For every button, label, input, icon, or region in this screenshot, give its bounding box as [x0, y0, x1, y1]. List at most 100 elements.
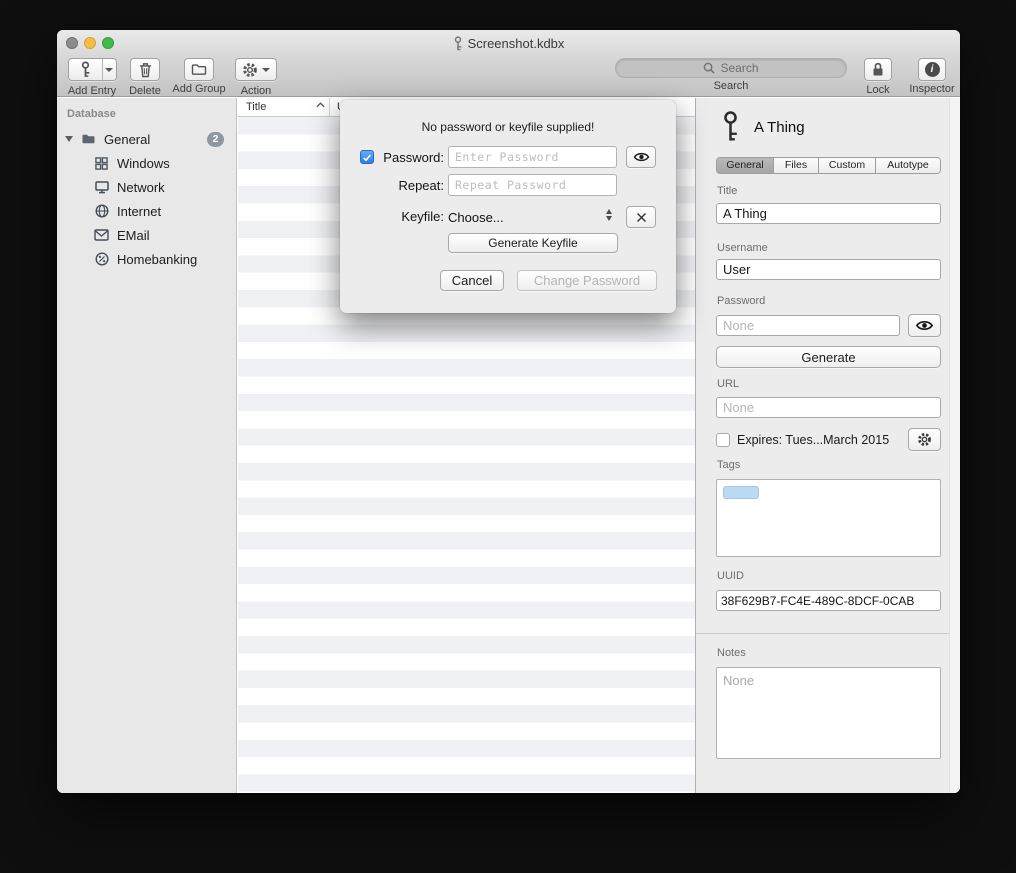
- column-header-title[interactable]: Title: [238, 98, 330, 116]
- sidebar-item-windows[interactable]: Windows: [57, 151, 236, 175]
- tab-general[interactable]: General: [717, 158, 774, 173]
- globe-icon: [93, 203, 110, 219]
- repeat-password-input[interactable]: [448, 174, 617, 196]
- title-field[interactable]: [716, 203, 941, 224]
- add-entry-label: Add Entry: [63, 85, 121, 97]
- check-icon: [362, 153, 372, 162]
- eye-icon: [915, 319, 934, 332]
- inspector-button[interactable]: Inspector: [903, 58, 960, 95]
- inspector-panel: A Thing General Files Custom Autotype Ti…: [695, 98, 960, 793]
- tab-autotype[interactable]: Autotype: [876, 158, 940, 173]
- search-area: Search Search: [613, 58, 849, 92]
- tags-label: Tags: [717, 459, 740, 471]
- password-input[interactable]: [448, 146, 617, 168]
- minimize-button[interactable]: [84, 37, 96, 49]
- sidebar: Database General 2 Windows: [57, 98, 237, 793]
- lock-icon: [864, 58, 892, 81]
- clear-keyfile-button[interactable]: [626, 206, 656, 228]
- notes-box[interactable]: None: [716, 667, 941, 759]
- entry-count-badge: 2: [207, 132, 224, 147]
- add-entry-key-icon: [69, 59, 102, 80]
- tag-chip[interactable]: [723, 486, 759, 499]
- inspector-scrollbar[interactable]: [949, 98, 960, 793]
- sidebar-section-header: Database: [67, 108, 116, 120]
- add-entry-dropdown[interactable]: [102, 59, 116, 80]
- password-field[interactable]: [716, 315, 900, 336]
- disclosure-triangle-icon[interactable]: [65, 136, 73, 142]
- app-window: Screenshot.kdbx Add Entry: [57, 30, 960, 793]
- keyfile-popup-value: Choose...: [448, 210, 504, 225]
- search-label: Search: [613, 80, 849, 92]
- sidebar-item-homebanking[interactable]: Homebanking: [57, 247, 236, 271]
- info-icon: [925, 62, 940, 77]
- password-checkbox[interactable]: [360, 150, 374, 164]
- show-password-button[interactable]: [626, 146, 656, 168]
- add-group-button[interactable]: Add Group: [167, 58, 231, 95]
- gear-icon: [917, 432, 932, 447]
- trash-icon: [130, 58, 160, 81]
- sidebar-item-label: Windows: [117, 156, 170, 171]
- entry-title: A Thing: [754, 119, 805, 136]
- uuid-label: UUID: [717, 570, 744, 582]
- sidebar-item-label: Network: [117, 180, 165, 195]
- sidebar-item-network[interactable]: Network: [57, 175, 236, 199]
- close-button[interactable]: [66, 37, 78, 49]
- percent-coin-icon: [93, 251, 110, 267]
- generate-password-button[interactable]: Generate: [716, 346, 941, 368]
- delete-label: Delete: [125, 85, 165, 97]
- cancel-button[interactable]: Cancel: [440, 270, 504, 291]
- add-group-folder-icon: [184, 58, 214, 81]
- desktop: { "window": { "title": "Screenshot.kdbx"…: [0, 0, 1016, 873]
- network-monitor-icon: [93, 179, 110, 195]
- url-field-label: URL: [717, 378, 739, 390]
- add-entry-button[interactable]: Add Entry: [63, 58, 121, 97]
- gear-icon: [242, 62, 258, 78]
- lock-button[interactable]: Lock: [857, 58, 899, 96]
- delete-button[interactable]: Delete: [125, 58, 165, 97]
- url-field[interactable]: [716, 397, 941, 418]
- keyfile-label: Keyfile:: [378, 209, 444, 224]
- window-title: Screenshot.kdbx: [468, 36, 565, 51]
- title-field-label: Title: [717, 185, 737, 197]
- tab-files[interactable]: Files: [774, 158, 819, 173]
- action-button[interactable]: Action: [233, 58, 279, 97]
- zoom-button[interactable]: [102, 37, 114, 49]
- sheet-message: No password or keyfile supplied!: [340, 120, 676, 134]
- keyfile-popup[interactable]: Choose...: [448, 206, 618, 228]
- lock-label: Lock: [857, 84, 899, 96]
- username-field-label: Username: [717, 242, 768, 254]
- password-label: Password:: [378, 150, 444, 165]
- sidebar-item-label: EMail: [117, 228, 150, 243]
- x-icon: [636, 212, 647, 223]
- sidebar-item-internet[interactable]: Internet: [57, 199, 236, 223]
- search-placeholder: Search: [720, 61, 758, 75]
- tab-custom[interactable]: Custom: [819, 158, 876, 173]
- uuid-field[interactable]: [716, 590, 941, 611]
- chevron-down-icon: [262, 68, 270, 72]
- sidebar-item-label: Internet: [117, 204, 161, 219]
- search-input[interactable]: Search: [615, 58, 847, 78]
- expires-checkbox[interactable]: [716, 433, 730, 447]
- tags-box[interactable]: [716, 479, 941, 557]
- search-icon: [703, 62, 715, 74]
- expires-label: Expires: Tues...March 2015: [737, 433, 889, 447]
- generate-keyfile-button[interactable]: Generate Keyfile: [448, 233, 618, 253]
- reveal-password-button[interactable]: [908, 314, 941, 337]
- folder-icon: [80, 131, 97, 147]
- inspector-divider: [696, 633, 960, 634]
- change-password-button[interactable]: Change Password: [517, 270, 657, 291]
- eye-icon: [633, 151, 650, 163]
- chevron-down-icon: [105, 68, 113, 72]
- sidebar-item-email[interactable]: EMail: [57, 223, 236, 247]
- inspector-label: Inspector: [903, 83, 960, 95]
- add-group-label: Add Group: [167, 83, 231, 95]
- sidebar-item-general[interactable]: General 2: [57, 127, 236, 151]
- expires-settings-button[interactable]: [908, 428, 941, 451]
- sort-ascending-icon: [316, 102, 325, 108]
- sidebar-item-label: Homebanking: [117, 252, 197, 267]
- windows-grid-icon: [93, 155, 110, 171]
- username-field[interactable]: [716, 259, 941, 280]
- key-icon: [720, 111, 741, 147]
- inspector-tabs: General Files Custom Autotype: [716, 157, 941, 174]
- notes-label: Notes: [717, 647, 746, 659]
